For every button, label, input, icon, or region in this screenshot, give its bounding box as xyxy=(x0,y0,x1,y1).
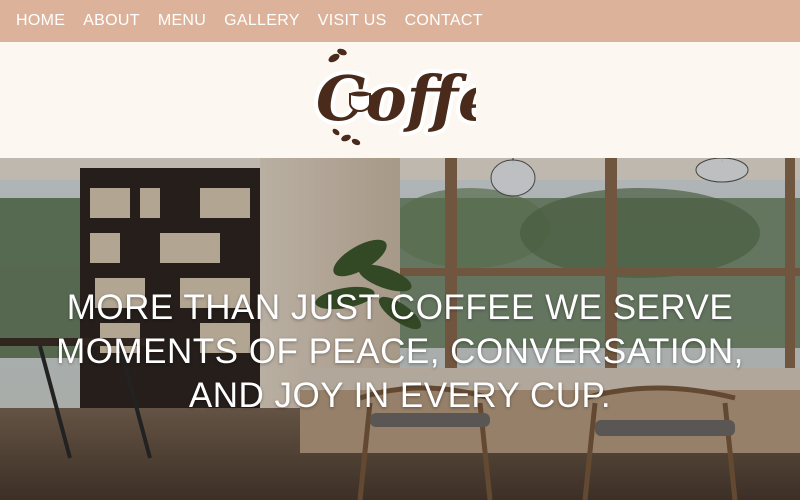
nav-link-menu[interactable]: MENU xyxy=(158,0,206,42)
top-navbar: HOME ABOUT MENU GALLERY VISIT US CONTACT xyxy=(0,0,800,42)
coffee-logo[interactable]: Coffee Coffee xyxy=(306,42,476,152)
nav-link-about[interactable]: ABOUT xyxy=(83,0,140,42)
hero-headline: MORE THAN JUST COFFEE WE SERVE MOMENTS O… xyxy=(56,288,744,415)
logo-text: Coffee xyxy=(316,62,476,135)
nav-link-home[interactable]: HOME xyxy=(16,0,65,42)
hero-banner: MORE THAN JUST COFFEE WE SERVE MOMENTS O… xyxy=(0,158,800,500)
nav-link-visit-us[interactable]: VISIT US xyxy=(318,0,387,42)
nav-link-gallery[interactable]: GALLERY xyxy=(224,0,300,42)
nav-link-contact[interactable]: CONTACT xyxy=(405,0,483,42)
logo-band: Coffee Coffee xyxy=(0,42,800,158)
